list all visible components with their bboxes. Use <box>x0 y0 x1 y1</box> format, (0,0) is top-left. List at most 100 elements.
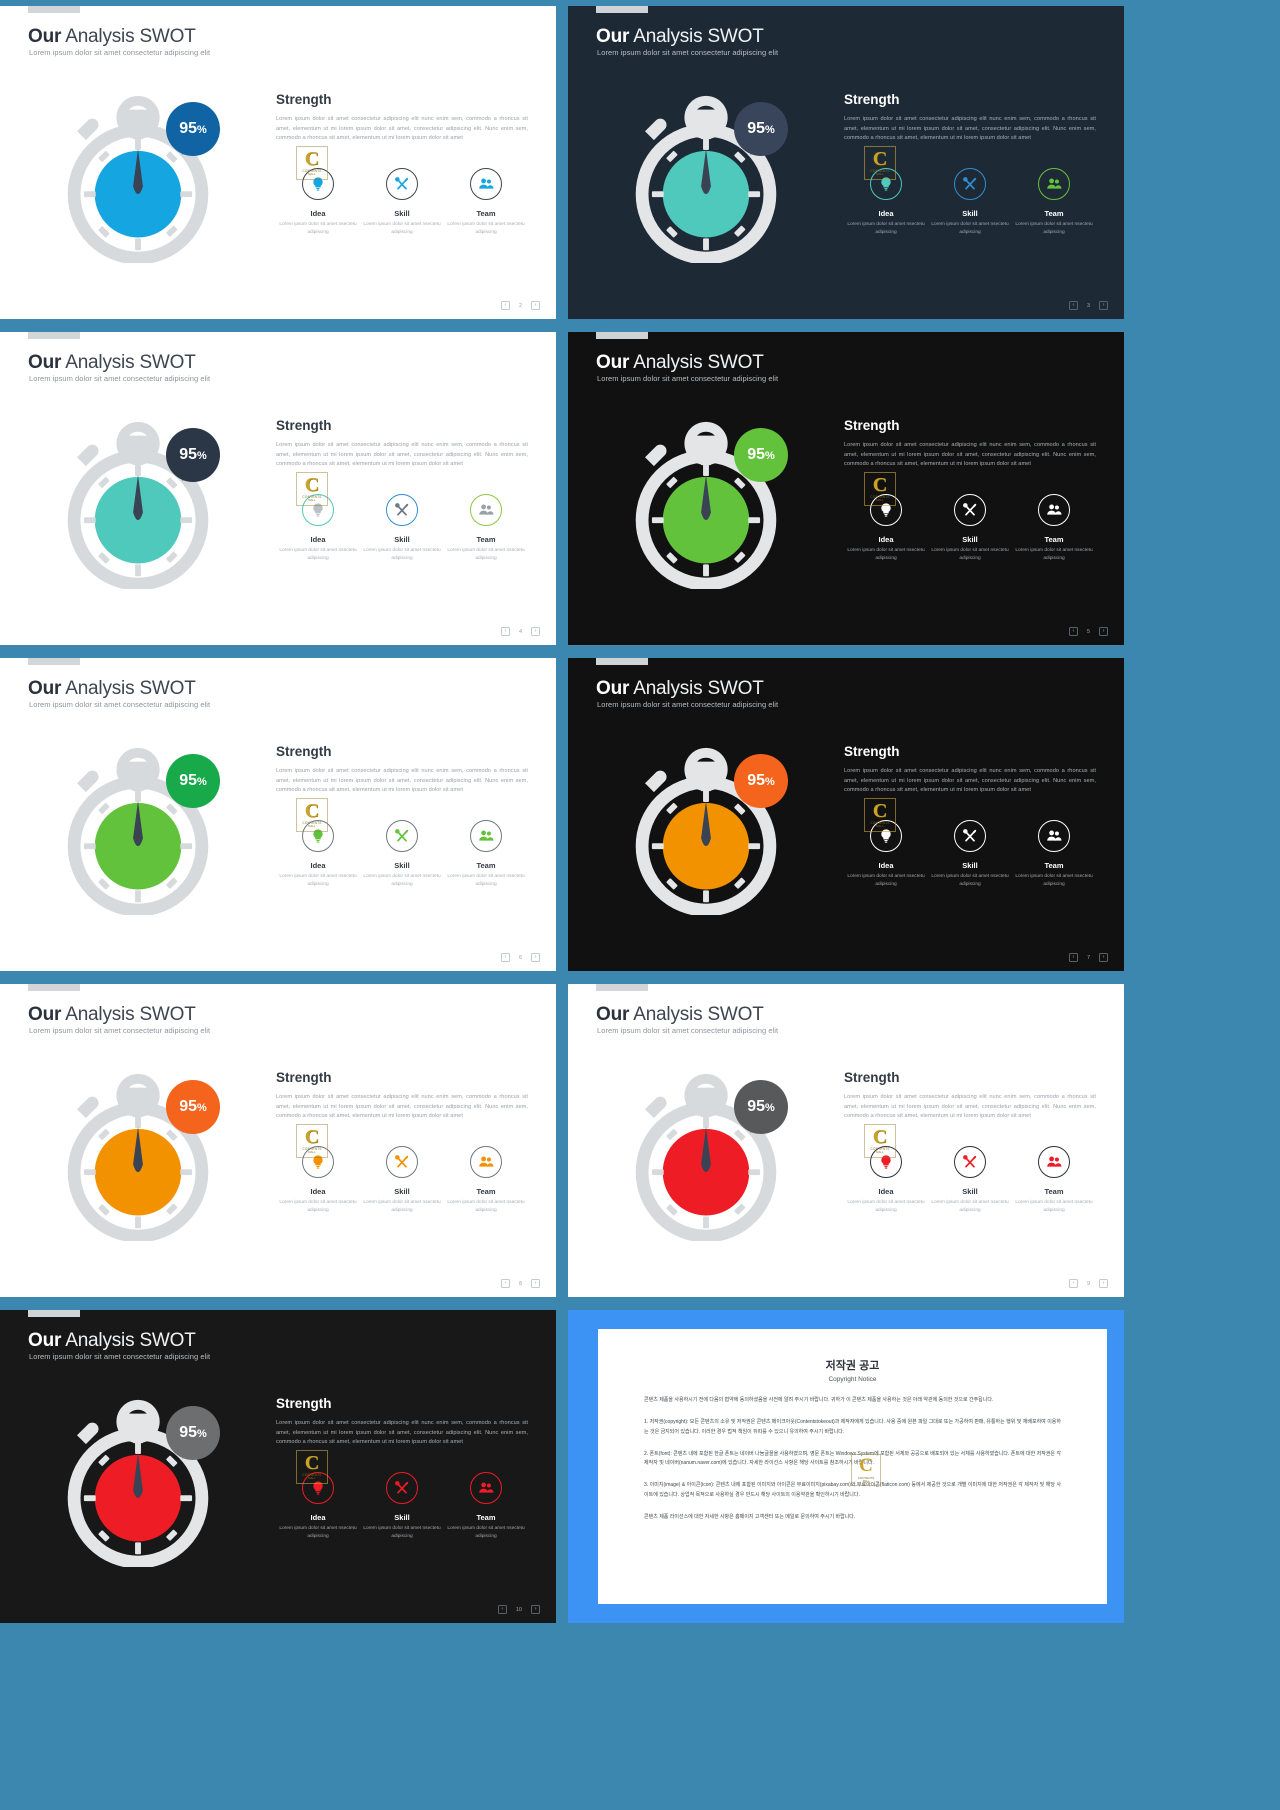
slide-gallery: Our Analysis SWOT Lorem ipsum dolor sit … <box>0 0 1280 1810</box>
tools-icon-ring <box>386 167 418 200</box>
feature-card-skill[interactable]: Skill Lorem ipsum dolor sit amet nsectetu… <box>360 819 444 888</box>
feature-card-idea[interactable]: Idea Lorem ipsum dolor sit amet nsectetu … <box>276 1145 360 1214</box>
slide-pagination[interactable]: ‹ 7 › <box>1068 953 1108 962</box>
feature-card-skill[interactable]: Skill Lorem ipsum dolor sit amet nsectetu… <box>928 493 1012 562</box>
slide-card-8[interactable]: Our Analysis SWOT Lorem ipsum dolor sit … <box>0 984 556 1297</box>
prev-page-button[interactable]: ‹ <box>1068 627 1078 636</box>
feature-card-skill[interactable]: Skill Lorem ipsum dolor sit amet nsectetu… <box>360 493 444 562</box>
slide-card-2[interactable]: Our Analysis SWOT Lorem ipsum dolor sit … <box>0 6 556 319</box>
title-bold: Our <box>28 1004 62 1025</box>
slide-card-10[interactable]: Our Analysis SWOT Lorem ipsum dolor sit … <box>0 1310 556 1623</box>
feature-card-team[interactable]: Team Lorem ipsum dolor sit amet nsectetu … <box>444 1145 528 1214</box>
next-page-button[interactable]: › <box>531 1279 540 1288</box>
next-page-button[interactable]: › <box>1099 953 1108 962</box>
percent-value: 95% <box>179 772 207 789</box>
feature-card-skill[interactable]: Skill Lorem ipsum dolor sit amet nsectetu… <box>360 1471 444 1540</box>
next-page-button[interactable]: › <box>531 301 540 310</box>
feature-card-desc: Lorem ipsum dolor sit amet nsectetu adip… <box>279 221 357 235</box>
slide-card-5[interactable]: Our Analysis SWOT Lorem ipsum dolor sit … <box>568 332 1124 645</box>
feature-card-desc: Lorem ipsum dolor sit amet nsectetu adip… <box>447 1199 525 1213</box>
feature-card-skill[interactable]: Skill Lorem ipsum dolor sit amet nsectetu… <box>360 167 444 236</box>
next-page-button[interactable]: › <box>1099 627 1108 636</box>
slide-card-7[interactable]: Our Analysis SWOT Lorem ipsum dolor sit … <box>568 658 1124 971</box>
feature-card-team[interactable]: Team Lorem ipsum dolor sit amet nsectetu … <box>1012 493 1096 562</box>
slide-subtitle: Lorem ipsum dolor sit amet consectetur a… <box>597 1026 779 1035</box>
section-heading: Strength <box>276 418 332 433</box>
next-page-button[interactable]: › <box>531 953 540 962</box>
slide-pagination[interactable]: ‹ 6 › <box>500 953 540 962</box>
prev-page-button[interactable]: ‹ <box>1068 1279 1078 1288</box>
title-bold: Our <box>28 26 62 47</box>
feature-card-desc: Lorem ipsum dolor sit amet nsectetu adip… <box>931 1199 1009 1213</box>
feature-card-idea[interactable]: Idea Lorem ipsum dolor sit amet nsectetu … <box>276 819 360 888</box>
feature-card-skill[interactable]: Skill Lorem ipsum dolor sit amet nsectetu… <box>928 1145 1012 1214</box>
slide-card-4[interactable]: Our Analysis SWOT Lorem ipsum dolor sit … <box>0 332 556 645</box>
feature-card-desc: Lorem ipsum dolor sit amet nsectetu adip… <box>363 547 441 561</box>
slide-pagination[interactable]: ‹ 4 › <box>500 627 540 636</box>
page-number: 2 <box>518 302 522 309</box>
percent-value: 95% <box>747 120 775 137</box>
feature-card-team[interactable]: Team Lorem ipsum dolor sit amet nsectetu … <box>1012 1145 1096 1214</box>
next-page-button[interactable]: › <box>531 627 540 636</box>
feature-card-desc: Lorem ipsum dolor sit amet nsectetu adip… <box>447 1525 525 1539</box>
feature-card-skill[interactable]: Skill Lorem ipsum dolor sit amet nsectetu… <box>360 1145 444 1214</box>
copyright-title-ko: 저작권 공고 <box>825 1360 880 1372</box>
watermark-logo: C CONTENTS MALL <box>851 1454 881 1486</box>
feature-card-team[interactable]: Team Lorem ipsum dolor sit amet nsectetu … <box>1012 819 1096 888</box>
people-icon-ring <box>470 819 502 852</box>
section-body: Lorem ipsum dolor sit amet consectetur a… <box>276 116 528 142</box>
section-body: Lorem ipsum dolor sit amet consectetur a… <box>276 1420 528 1446</box>
next-page-button[interactable]: › <box>1099 301 1108 310</box>
slide-title: Our Analysis SWOT <box>596 352 764 374</box>
copyright-slide[interactable]: 저작권 공고 Copyright Notice 콘텐츠 제품을 사용하시기 전에 다… <box>568 1310 1124 1623</box>
next-page-button[interactable]: › <box>1099 1279 1108 1288</box>
slide-pagination[interactable]: ‹ 10 › <box>497 1605 540 1614</box>
feature-card-skill[interactable]: Skill Lorem ipsum dolor sit amet nsectetu… <box>928 819 1012 888</box>
slide-corner-tab <box>28 984 80 991</box>
section-body: Lorem ipsum dolor sit amet consectetur a… <box>276 442 528 468</box>
prev-page-button[interactable]: ‹ <box>500 627 510 636</box>
feature-card-team[interactable]: Team Lorem ipsum dolor sit amet nsectetu … <box>1012 167 1096 236</box>
slide-content: Strength Lorem ipsum dolor sit amet cons… <box>276 418 528 562</box>
copyright-item-1: 1. 저작권(copyright): 모든 콘텐츠의 소유 및 저작권은 콘텐츠… <box>644 1419 1061 1435</box>
prev-page-button[interactable]: ‹ <box>497 1605 507 1614</box>
feature-card-team[interactable]: Team Lorem ipsum dolor sit amet nsectetu … <box>444 493 528 562</box>
slide-pagination[interactable]: ‹ 3 › <box>1068 301 1108 310</box>
feature-card-label: Skill <box>962 1186 978 1196</box>
slide-pagination[interactable]: ‹ 9 › <box>1068 1279 1108 1288</box>
tools-icon-ring <box>386 1471 418 1504</box>
feature-card-idea[interactable]: Idea Lorem ipsum dolor sit amet nsectetu … <box>276 167 360 236</box>
feature-card-idea[interactable]: Idea Lorem ipsum dolor sit amet nsectetu … <box>844 167 928 236</box>
feature-card-team[interactable]: Team Lorem ipsum dolor sit amet nsectetu … <box>444 1471 528 1540</box>
title-rest: Analysis SWOT <box>61 352 196 373</box>
feature-card-label: Idea <box>310 860 326 870</box>
slide-subtitle: Lorem ipsum dolor sit amet consectetur a… <box>29 48 211 57</box>
slide-title: Our Analysis SWOT <box>596 26 764 48</box>
feature-card-idea[interactable]: Idea Lorem ipsum dolor sit amet nsectetu … <box>276 1471 360 1540</box>
prev-page-button[interactable]: ‹ <box>500 953 510 962</box>
slide-card-6[interactable]: Our Analysis SWOT Lorem ipsum dolor sit … <box>0 658 556 971</box>
slide-card-3[interactable]: Our Analysis SWOT Lorem ipsum dolor sit … <box>568 6 1124 319</box>
feature-card-team[interactable]: Team Lorem ipsum dolor sit amet nsectetu … <box>444 819 528 888</box>
prev-page-button[interactable]: ‹ <box>1068 301 1078 310</box>
feature-card-label: Team <box>476 208 496 218</box>
feature-card-label: Team <box>476 1186 496 1196</box>
prev-page-button[interactable]: ‹ <box>500 301 510 310</box>
slide-corner-tab <box>596 984 648 991</box>
slide-pagination[interactable]: ‹ 5 › <box>1068 627 1108 636</box>
slide-pagination[interactable]: ‹ 2 › <box>500 301 540 310</box>
slide-content: Strength Lorem ipsum dolor sit amet cons… <box>276 1396 528 1540</box>
section-heading: Strength <box>844 418 900 433</box>
feature-card-idea[interactable]: Idea Lorem ipsum dolor sit amet nsectetu … <box>276 493 360 562</box>
feature-card-idea[interactable]: Idea Lorem ipsum dolor sit amet nsectetu … <box>844 1145 928 1214</box>
title-rest: Analysis SWOT <box>61 1004 196 1025</box>
slide-card-9[interactable]: Our Analysis SWOT Lorem ipsum dolor sit … <box>568 984 1124 1297</box>
prev-page-button[interactable]: ‹ <box>500 1279 510 1288</box>
next-page-button[interactable]: › <box>531 1605 540 1614</box>
feature-card-idea[interactable]: Idea Lorem ipsum dolor sit amet nsectetu … <box>844 493 928 562</box>
slide-pagination[interactable]: ‹ 8 › <box>500 1279 540 1288</box>
feature-card-idea[interactable]: Idea Lorem ipsum dolor sit amet nsectetu … <box>844 819 928 888</box>
prev-page-button[interactable]: ‹ <box>1068 953 1078 962</box>
feature-card-skill[interactable]: Skill Lorem ipsum dolor sit amet nsectetu… <box>928 167 1012 236</box>
feature-card-team[interactable]: Team Lorem ipsum dolor sit amet nsectetu … <box>444 167 528 236</box>
